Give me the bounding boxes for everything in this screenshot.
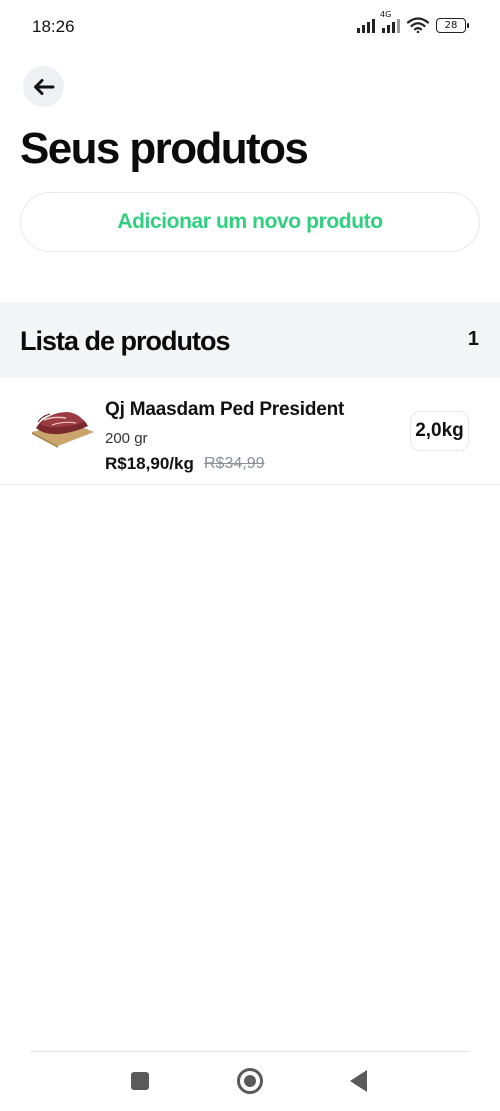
product-list-header: Lista de produtos 1 <box>0 302 500 378</box>
status-icons: 4G 28 <box>357 10 469 33</box>
arrow-left-icon <box>33 78 54 95</box>
status-time: 18:26 <box>32 17 75 36</box>
product-weight: 200 gr <box>105 430 148 447</box>
battery-icon: 28 <box>436 17 469 33</box>
meat-product-image <box>32 412 94 448</box>
status-bar: 18:26 4G 28 <box>0 0 500 56</box>
quantity-button[interactable]: 2,0kg <box>410 411 469 451</box>
home-icon[interactable] <box>237 1068 263 1094</box>
product-list-item[interactable]: Qj Maasdam Ped President 200 gr R$18,90/… <box>0 378 500 485</box>
navigation-bar <box>0 1052 500 1111</box>
product-old-price: R$34,99 <box>204 455 265 472</box>
recent-apps-icon[interactable] <box>131 1072 149 1090</box>
product-count: 1 <box>467 328 479 350</box>
product-list-title: Lista de produtos <box>20 326 231 356</box>
add-product-button[interactable]: Adicionar um novo produto <box>20 192 480 252</box>
back-triangle-icon[interactable] <box>350 1070 367 1092</box>
signal-4g-icon: 4G <box>380 10 400 33</box>
product-name: Qj Maasdam Ped President <box>105 399 345 420</box>
signal-icon <box>357 17 375 33</box>
wifi-icon <box>407 17 429 33</box>
network-type-label: 4G <box>380 10 392 19</box>
product-price: R$18,90/kg <box>105 454 194 473</box>
page-title: Seus produtos <box>20 124 309 173</box>
back-button[interactable] <box>23 66 64 107</box>
